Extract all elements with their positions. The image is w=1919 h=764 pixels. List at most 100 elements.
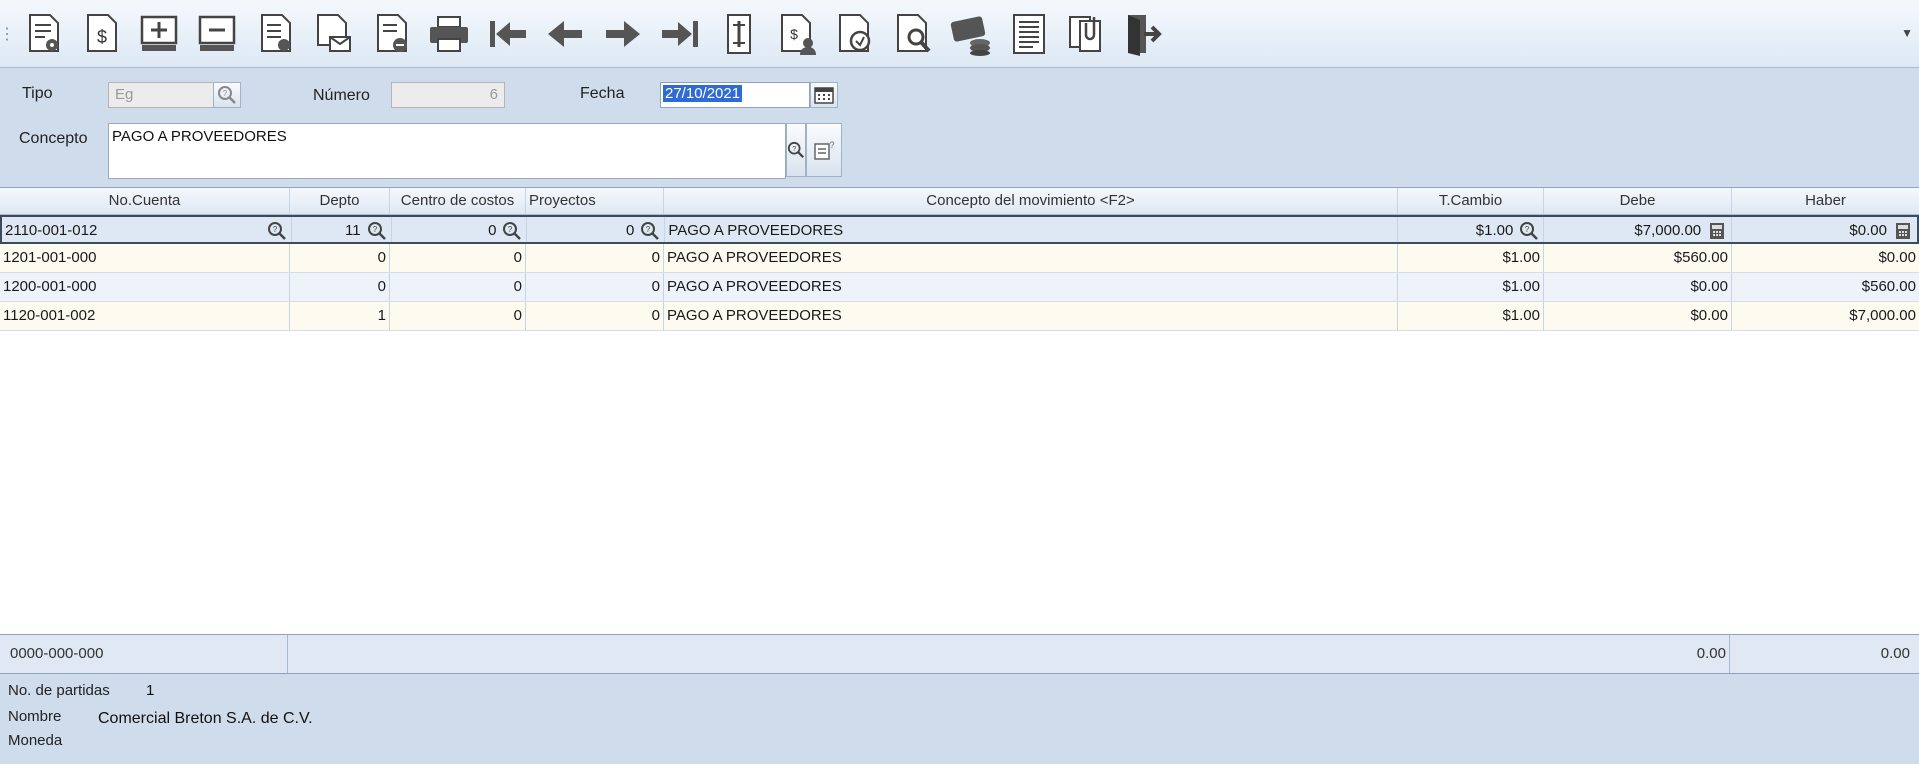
debe-calculator-button[interactable] [1705,220,1729,242]
attachment-button[interactable] [1058,5,1116,63]
concepto-cell[interactable]: PAGO A PROVEEDORES [665,217,1399,242]
concepto-cell[interactable]: PAGO A PROVEEDORES [664,244,1398,272]
document-edit-button[interactable] [710,5,768,63]
document-search-button[interactable] [884,5,942,63]
proyecto-cell[interactable]: 0 [526,273,664,301]
centro-cell[interactable]: 0 [390,244,526,272]
concepto-catalog-button[interactable]: ? [806,123,842,177]
table-row[interactable]: 2110-001-012 ? 11 ? 0 ? 0 ? PAGO A PROVE… [0,215,1919,244]
document-money-icon: $ [87,13,117,52]
document-settings-button[interactable] [14,5,72,63]
proyecto-cell[interactable]: 0 ? [527,217,666,242]
payment-button[interactable] [942,5,1000,63]
haber-cell[interactable]: $7,000.00 [1732,302,1919,330]
column-header-centro[interactable]: Centro de costos [390,188,526,214]
document-mail-button[interactable] [304,5,362,63]
concepto-label: Concepto [19,130,88,147]
concepto-cell[interactable]: PAGO A PROVEEDORES [664,273,1398,301]
centro-cell[interactable]: 0 [390,273,526,301]
document-view-button[interactable] [246,5,304,63]
depto-search-button[interactable]: ? [365,220,389,242]
document-search-icon [897,13,931,52]
debe-cell[interactable]: $0.00 [1544,273,1732,301]
remove-entry-button[interactable] [188,5,246,63]
column-header-concepto[interactable]: Concepto del movimiento <F2> [664,188,1398,214]
table-row[interactable]: 1120-001-002 1 0 0 PAGO A PROVEEDORES $1… [0,302,1919,331]
partidas-value: 1 [146,682,155,699]
proyecto-search-button[interactable]: ? [638,220,662,242]
proyecto-cell[interactable]: 0 [526,302,664,330]
haber-cell[interactable]: $560.00 [1732,273,1919,301]
depto-cell[interactable]: 1 [290,302,390,330]
payment-coins-icon [950,15,990,56]
haber-calculator-button[interactable] [1891,220,1915,242]
next-record-button[interactable] [594,5,652,63]
previous-record-button[interactable] [536,5,594,63]
concepto-search-button[interactable]: ? [786,123,806,177]
column-header-depto[interactable]: Depto [290,188,390,214]
proyecto-cell[interactable]: 0 [526,244,664,272]
table-row[interactable]: 1201-001-000 0 0 0 PAGO A PROVEEDORES $1… [0,244,1919,273]
toolbar: ⋮ $ $ ▼ [0,0,1919,68]
search-help-icon: ? [218,86,236,104]
exit-icon [1128,14,1162,56]
fecha-value: 27/10/2021 [663,85,743,102]
document-money-button[interactable]: $ [72,5,130,63]
print-button[interactable] [420,5,478,63]
cuenta-cell[interactable]: 2110-001-012 ? [2,217,292,242]
last-record-button[interactable] [652,5,710,63]
document-user-button[interactable]: $ [768,5,826,63]
tipo-search-button[interactable]: ? [213,82,241,108]
depto-cell[interactable]: 11 ? [292,217,392,242]
document-sync-icon [839,13,871,52]
debe-cell[interactable]: $560.00 [1544,244,1732,272]
toolbar-overflow-chevron[interactable]: ▼ [1901,26,1913,40]
tcambio-search-button[interactable]: ? [1517,220,1541,242]
text-document-button[interactable] [1000,5,1058,63]
document-remove-button[interactable] [362,5,420,63]
cuenta-search-button[interactable]: ? [265,220,289,242]
haber-cell[interactable]: $0.00 [1732,244,1919,272]
debe-cell[interactable]: $0.00 [1544,302,1732,330]
fecha-input[interactable]: 27/10/2021 [660,82,810,108]
debe-cell[interactable]: $7,000.00 [1544,217,1733,242]
cuenta-cell[interactable]: 1120-001-002 [0,302,290,330]
concepto-textarea[interactable]: PAGO A PROVEEDORES [108,123,786,179]
document-edit-icon [727,13,751,54]
search-help-icon: ? [787,141,804,158]
calendar-button[interactable] [810,82,838,108]
cuenta-cell[interactable]: 1200-001-000 [0,273,290,301]
search-help-icon: ? [641,222,660,240]
svg-text:?: ? [646,225,651,234]
tcambio-cell[interactable]: $1.00 ? [1398,217,1545,242]
exit-button[interactable] [1116,5,1174,63]
first-record-button[interactable] [478,5,536,63]
column-header-haber[interactable]: Haber [1732,188,1919,214]
accounting-entries-grid: No.Cuenta Depto Centro de costos Proyect… [0,187,1919,635]
table-row[interactable]: 1200-001-000 0 0 0 PAGO A PROVEEDORES $1… [0,273,1919,302]
centro-cell[interactable]: 0 ? [392,217,528,242]
tipo-field[interactable]: Eg [108,82,214,108]
column-header-cuenta[interactable]: No.Cuenta [0,188,290,214]
tcambio-cell[interactable]: $1.00 [1398,244,1544,272]
depto-cell[interactable]: 0 [290,244,390,272]
centro-search-button[interactable]: ? [500,220,524,242]
haber-cell[interactable]: $0.00 [1732,217,1917,242]
cuenta-cell[interactable]: 1201-001-000 [0,244,290,272]
column-header-tcambio[interactable]: T.Cambio [1398,188,1544,214]
totals-haber: 0.00 [1880,645,1910,662]
depto-cell[interactable]: 0 [290,273,390,301]
totals-divider [287,635,288,673]
tcambio-cell[interactable]: $1.00 [1398,273,1544,301]
svg-text:?: ? [792,144,796,153]
centro-cell[interactable]: 0 [390,302,526,330]
column-header-proyectos[interactable]: Proyectos [526,188,664,214]
tcambio-cell[interactable]: $1.00 [1398,302,1544,330]
document-sync-button[interactable] [826,5,884,63]
add-entry-button[interactable] [130,5,188,63]
search-help-icon: ? [1520,222,1539,240]
concepto-cell[interactable]: PAGO A PROVEEDORES [664,302,1398,330]
numero-field[interactable]: 6 [391,82,505,108]
column-header-debe[interactable]: Debe [1544,188,1732,214]
toolbar-grip[interactable]: ⋮ [0,0,15,68]
